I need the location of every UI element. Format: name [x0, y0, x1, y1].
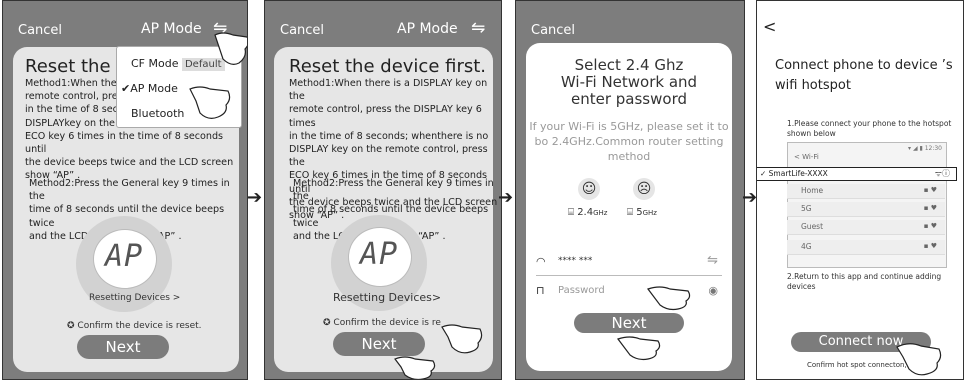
- confirm-reset-checkbox[interactable]: ✪ Confirm the device is reset.: [67, 321, 202, 331]
- menu-item-cf-mode[interactable]: CF Mode Default: [131, 57, 225, 71]
- password-field[interactable]: ⊓ Password ◉: [536, 281, 722, 305]
- lcd-text: AP: [105, 239, 144, 274]
- wifi-title: Select 2.4 Ghz Wi-Fi Network and enter p…: [560, 56, 698, 108]
- step2-text: 2.Return to this app and continue adding…: [787, 272, 942, 291]
- page-title: Reset the device first.: [289, 56, 487, 77]
- next-button[interactable]: Next: [574, 313, 684, 333]
- wifi-icon: ◠: [536, 255, 546, 268]
- router-icon: ⌸: [568, 207, 574, 218]
- wifi-ssid-field[interactable]: ◠ **** *** ⇋: [536, 251, 722, 276]
- mode-label[interactable]: AP Mode: [141, 21, 202, 37]
- status-bar: ▾ ◢ ▮ 12:30: [908, 145, 942, 152]
- hotspot-title: Connect phone to device ’s wifi hotspot: [775, 58, 953, 93]
- lcd-text: AP: [360, 237, 399, 272]
- band-5ghz: ⌸ 5GHz: [627, 207, 657, 218]
- wifi-hint: If your Wi-Fi is 5GHz, please set it to …: [529, 120, 729, 163]
- pointing-hand-icon: [188, 81, 233, 121]
- pointing-hand-icon: [616, 331, 664, 363]
- frown-icon: ☹: [633, 178, 655, 200]
- check-circle-icon: ✪: [67, 321, 75, 331]
- cancel-button[interactable]: Cancel: [531, 23, 575, 38]
- resetting-devices-link[interactable]: Resetting Devices>: [333, 291, 441, 304]
- lock-wifi-icon: ▪ ♥: [923, 186, 937, 194]
- pointing-hand-icon: [440, 319, 485, 355]
- pointing-hand-icon: [895, 337, 945, 377]
- lock-wifi-icon: ▪ ♥: [923, 204, 937, 212]
- swap-icon[interactable]: ⇋: [471, 18, 485, 38]
- confirm-reset-checkbox[interactable]: ✪ Confirm the device is re: [323, 318, 441, 328]
- network-row-guest[interactable]: Guest ▪ ♥: [787, 220, 945, 235]
- check-circle-icon: ✪: [323, 318, 331, 328]
- screen-connect-hotspot: < Connect phone to device ’s wifi hotspo…: [756, 0, 964, 380]
- cancel-button[interactable]: Cancel: [18, 23, 62, 38]
- band-2-4ghz: ⌸ 2.4GHz: [568, 207, 608, 218]
- step1-text: 1.Please connect your phone to the hotsp…: [787, 119, 952, 138]
- wifi-header: < Wi-Fi: [794, 153, 819, 161]
- pointing-hand-icon: [646, 281, 694, 313]
- screen-reset-ap-menu: Cancel AP Mode ⇋ Reset the de Method1:Wh…: [2, 0, 248, 380]
- menu-item-bluetooth[interactable]: Bluetooth: [131, 107, 184, 120]
- wifi-info-icon[interactable]: ᯤⓘ: [935, 168, 950, 179]
- network-row-4g[interactable]: 4G ▪ ♥: [787, 240, 945, 255]
- step-arrow-icon: ➔: [498, 187, 514, 208]
- network-row-5g[interactable]: 5G ▪ ♥: [787, 202, 945, 217]
- step-arrow-icon: ➔: [247, 187, 263, 208]
- selected-network-row[interactable]: ✓ SmartLife-XXXX ᯤⓘ: [757, 167, 957, 181]
- router-icon: ⌸: [627, 207, 633, 218]
- pointing-hand-icon: [393, 351, 438, 379]
- mode-label[interactable]: AP Mode: [397, 21, 458, 37]
- network-row-home[interactable]: Home ▪ ♥: [787, 184, 945, 199]
- next-button[interactable]: Next: [77, 335, 169, 359]
- resetting-devices-link[interactable]: Resetting Devices >: [89, 293, 180, 303]
- screen-reset-device: Cancel AP Mode ⇋ Reset the device first.…: [264, 0, 502, 380]
- signal-icon: ▾ ◢ ▮: [908, 145, 925, 152]
- switch-network-icon[interactable]: ⇋: [707, 253, 718, 268]
- pointing-hand-icon: [213, 27, 247, 69]
- eye-icon[interactable]: ◉: [708, 284, 718, 297]
- cancel-button[interactable]: Cancel: [280, 23, 324, 38]
- lock-wifi-icon: ▪ ♥: [923, 242, 937, 250]
- step-arrow-icon: ➔: [742, 187, 758, 208]
- smile-icon: ☺: [578, 178, 600, 200]
- back-button[interactable]: <: [763, 17, 776, 36]
- menu-item-ap-mode[interactable]: ✔AP Mode: [121, 82, 178, 95]
- screen-select-wifi: Cancel Select 2.4 Ghz Wi-Fi Network and …: [515, 0, 745, 380]
- lock-icon: ⊓: [536, 284, 545, 297]
- lock-wifi-icon: ▪ ♥: [923, 222, 937, 230]
